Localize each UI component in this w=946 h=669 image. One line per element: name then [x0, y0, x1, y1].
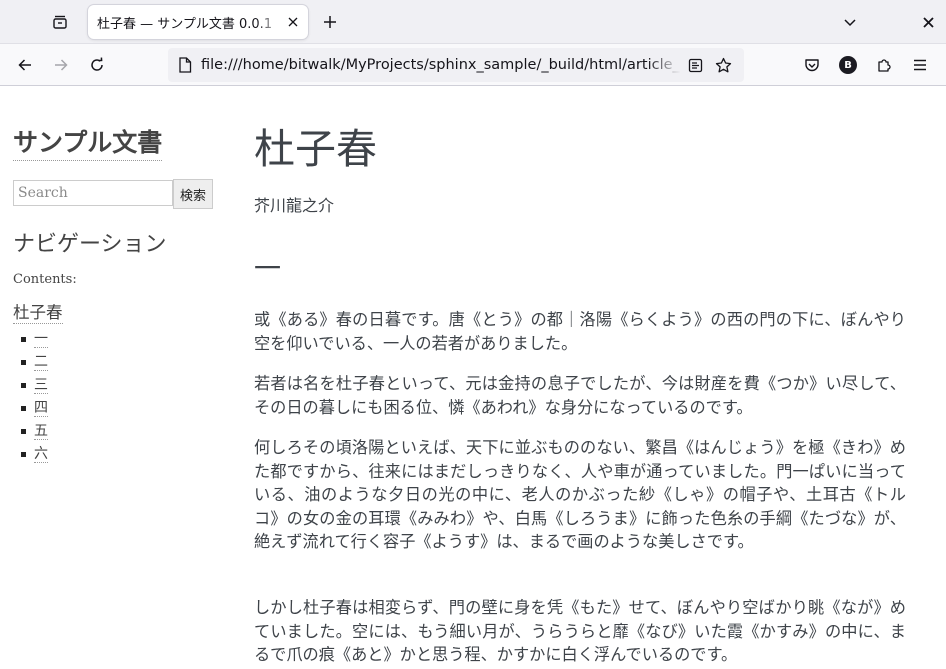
page-viewport: サンプル文書 検索 ナビゲーション Contents: 杜子春 一 二 三 四 …	[0, 86, 946, 669]
toc-link-section-5[interactable]: 五	[34, 423, 48, 440]
account-button[interactable]: B	[832, 49, 864, 81]
toc-item: 二	[13, 351, 48, 374]
paragraph: しかし杜子春は相変らず、門の壁に身を凭《もた》せて、ぼんやり空ばかり眺《なが》め…	[254, 598, 906, 664]
arrow-left-icon	[18, 59, 31, 71]
toc-link-section-6[interactable]: 六	[34, 446, 48, 463]
reload-button[interactable]	[81, 49, 113, 81]
page-icon	[175, 57, 195, 73]
reader-view-icon	[688, 58, 702, 72]
toc-item: 六	[13, 443, 48, 466]
author-name: 芥川龍之介	[254, 196, 335, 215]
browser-tab-bar: 杜子春 — サンプル文書 0.0.1	[0, 0, 946, 44]
forward-button[interactable]	[45, 49, 77, 81]
toc-item: 三	[13, 374, 48, 397]
close-icon	[922, 16, 934, 28]
pocket-icon	[805, 59, 819, 72]
pocket-button[interactable]	[796, 49, 828, 81]
paragraph: 何しろその頃洛陽といえば、天下に並ぶもののない、繁昌《はんじょう》を極《きわ》め…	[254, 438, 906, 551]
search-button[interactable]: 検索	[173, 179, 213, 209]
plus-icon	[324, 16, 336, 28]
account-avatar: B	[839, 56, 857, 74]
chevron-down-icon	[844, 19, 856, 27]
search-form: 検索	[13, 179, 213, 209]
list-all-tabs-button[interactable]	[834, 6, 866, 38]
paragraph: 或《ある》春の日暮です。唐《とう》の都｜洛陽《らくよう》の西の門の下に、ぼんやり…	[254, 310, 906, 353]
tab-list-button[interactable]	[44, 6, 76, 38]
puzzle-icon	[878, 59, 891, 72]
address-bar[interactable]: file:///home/bitwalk/MyProjects/sphinx_s…	[168, 48, 744, 82]
close-icon	[288, 17, 298, 27]
navigation-heading: ナビゲーション	[13, 232, 167, 257]
toc-link-article[interactable]: 杜子春	[13, 302, 63, 324]
reader-view-button[interactable]	[681, 51, 709, 79]
bullet	[21, 360, 26, 365]
bullet	[21, 383, 26, 388]
toc-link-section-3[interactable]: 三	[34, 377, 48, 394]
bookmark-star-button[interactable]	[709, 51, 737, 79]
toc-item: 五	[13, 420, 48, 443]
bullet	[21, 452, 26, 457]
section-heading: 一	[254, 254, 281, 285]
toc-link-section-1[interactable]: 一	[34, 331, 48, 348]
site-logo-link[interactable]: サンプル文書	[13, 126, 163, 161]
reload-icon	[91, 57, 103, 71]
toc-item: 一	[13, 328, 48, 351]
tab-list-icon	[53, 15, 67, 29]
page-title: 杜子春	[254, 125, 377, 173]
back-button[interactable]	[9, 49, 41, 81]
bullet	[21, 406, 26, 411]
bullet	[21, 429, 26, 434]
tab-close-button[interactable]	[284, 13, 302, 31]
browser-toolbar: file:///home/bitwalk/MyProjects/sphinx_s…	[0, 44, 946, 86]
toc-link-section-2[interactable]: 二	[34, 354, 48, 371]
tab-title: 杜子春 — サンプル文書 0.0.1	[97, 16, 273, 32]
window-close-button[interactable]	[912, 6, 944, 38]
new-tab-button[interactable]	[314, 6, 346, 38]
toc-link-section-4[interactable]: 四	[34, 400, 48, 417]
active-tab[interactable]: 杜子春 — サンプル文書 0.0.1	[88, 5, 308, 39]
url-text[interactable]: file:///home/bitwalk/MyProjects/sphinx_s…	[201, 57, 681, 73]
star-icon	[715, 57, 731, 72]
extensions-button[interactable]	[868, 49, 900, 81]
toc-list: 一 二 三 四 五 六	[13, 328, 48, 466]
bullet	[21, 337, 26, 342]
toc-item: 四	[13, 397, 48, 420]
arrow-right-icon	[55, 59, 68, 71]
hamburger-menu-icon	[914, 59, 926, 71]
app-menu-button[interactable]	[904, 49, 936, 81]
search-input[interactable]	[13, 180, 173, 206]
paragraph: 若者は名を杜子春といって、元は金持の息子でしたが、今は財産を費《つか》い尽して、…	[254, 374, 906, 417]
contents-caption: Contents:	[13, 272, 77, 287]
